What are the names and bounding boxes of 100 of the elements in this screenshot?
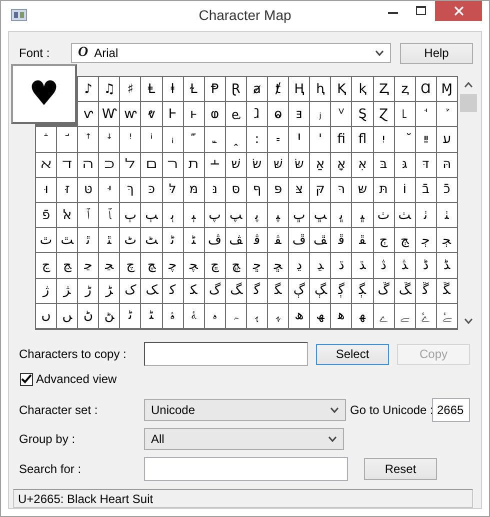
character-cell[interactable]: ꜛ [78, 127, 98, 152]
character-cell[interactable]: ﭗ [226, 202, 246, 228]
character-cell[interactable]: ﭝ [352, 202, 372, 228]
character-cell[interactable]: ﭡ [436, 202, 457, 228]
character-cell[interactable]: ﮊ [36, 278, 56, 303]
character-cell[interactable]: ﮞ [36, 304, 56, 328]
character-cell[interactable]: ﬂ [352, 127, 372, 152]
character-cell[interactable]: ꜙ [36, 127, 56, 152]
character-cell[interactable]: בּ [374, 152, 394, 177]
character-cell[interactable]: ﮉ [436, 253, 457, 278]
character-cell[interactable]: ﭪ [204, 228, 225, 252]
character-cell[interactable]: וּ [36, 178, 56, 202]
character-cell[interactable]: ﮑ [184, 278, 204, 303]
character-cell[interactable]: ﭜ [331, 202, 352, 228]
character-cell[interactable]: יִ [374, 127, 394, 152]
character-cell[interactable]: ⱷ [204, 102, 225, 126]
character-cell[interactable]: ﭦ [120, 228, 140, 252]
character-cell[interactable]: ﭮ [289, 228, 310, 252]
character-cell[interactable]: גּ [394, 152, 415, 177]
character-cell[interactable]: ﮆ [374, 253, 394, 278]
character-cell[interactable]: פּ [268, 178, 288, 202]
character-cell[interactable]: ⱹ [246, 102, 268, 126]
character-cell[interactable]: ﮦ [204, 304, 225, 328]
character-cell[interactable]: שּׂ [289, 152, 310, 177]
character-cell[interactable]: Ᵽ [204, 77, 225, 102]
character-cell[interactable]: כּ [141, 178, 162, 202]
character-cell[interactable]: Ⱪ [331, 77, 352, 102]
character-cell[interactable]: ﮌ [78, 278, 98, 303]
character-cell[interactable]: ﭫ [226, 228, 246, 252]
character-cell[interactable]: ﬧ [162, 152, 183, 177]
character-cell[interactable]: ﭭ [268, 228, 288, 252]
character-cell[interactable]: צּ [289, 178, 310, 202]
character-cell[interactable]: ⱽ [331, 102, 352, 126]
character-cell[interactable]: ﭣ [57, 228, 78, 252]
character-cell[interactable]: יּ [99, 178, 120, 202]
character-cell[interactable]: ﮰ [416, 304, 436, 328]
character-cell[interactable]: ﭿ [226, 253, 246, 278]
character-cell[interactable]: ⱺ [268, 102, 288, 126]
character-cell[interactable]: ﬞ [394, 127, 415, 152]
character-cell[interactable]: ⱨ [310, 77, 330, 102]
character-cell[interactable]: רּ [331, 178, 352, 202]
character-cell[interactable]: סּ [226, 178, 246, 202]
character-cell[interactable]: ﮤ [162, 304, 183, 328]
character-cell[interactable]: שּׁ [268, 152, 288, 177]
character-cell[interactable]: ﮬ [331, 304, 352, 328]
character-cell[interactable]: ⱳ [120, 102, 140, 126]
character-cell[interactable]: ﮍ [99, 278, 120, 303]
character-cell[interactable]: ﮀ [246, 253, 268, 278]
character-cell[interactable]: Ɱ [436, 77, 457, 102]
character-cell[interactable]: ﭩ [184, 228, 204, 252]
character-cell[interactable]: ⱬ [394, 77, 415, 102]
character-cell[interactable]: ﭔ [162, 202, 183, 228]
character-cell[interactable]: ﭲ [374, 228, 394, 252]
character-cell[interactable]: ﭘ [246, 202, 268, 228]
character-cell[interactable]: Ⱳ [99, 102, 120, 126]
character-cell[interactable]: ﭢ [36, 228, 56, 252]
character-cell[interactable]: ﭙ [268, 202, 288, 228]
character-cell[interactable]: ﬥ [120, 152, 140, 177]
character-cell[interactable]: Ɑ [416, 77, 436, 102]
action-button[interactable]: Select [316, 344, 389, 364]
character-cell[interactable]: ﮣ [141, 304, 162, 328]
character-cell[interactable]: Ꞌ [289, 127, 310, 152]
character-cell[interactable]: ♯ [120, 77, 140, 102]
character-cell[interactable]: ꜗ [416, 102, 436, 126]
character-cell[interactable]: ﮡ [99, 304, 120, 328]
close-button[interactable] [435, 1, 482, 21]
character-cell[interactable]: Ⱶ [162, 102, 183, 126]
character-cell[interactable]: Ɀ [374, 102, 394, 126]
character-cell[interactable]: אַ [310, 152, 330, 177]
character-cell[interactable]: ﭬ [246, 228, 268, 252]
character-cell[interactable]: ﮘ [331, 278, 352, 303]
character-cell[interactable]: ﭐ [78, 202, 98, 228]
character-cell[interactable]: ꜝ [120, 127, 140, 152]
character-cell[interactable]: נּ [204, 178, 225, 202]
character-cell[interactable]: ﬢ [57, 152, 78, 177]
character-cell[interactable]: ﭵ [436, 228, 457, 252]
character-cell[interactable]: ﮈ [416, 253, 436, 278]
character-cell[interactable]: Ɽ [226, 77, 246, 102]
character-cell[interactable]: ⱻ [289, 102, 310, 126]
character-cell[interactable]: ﭸ [78, 253, 98, 278]
character-cell[interactable]: ꞈ [226, 127, 246, 152]
character-cell[interactable]: ♪ [78, 77, 98, 102]
character-cell[interactable]: ﮭ [352, 304, 372, 328]
group-by-dropdown[interactable]: All [144, 428, 344, 450]
character-cell[interactable]: ﭽ [184, 253, 204, 278]
character-cell[interactable]: ꞉ [246, 127, 268, 152]
character-cell[interactable]: ﮜ [416, 278, 436, 303]
character-cell[interactable]: Ɫ [184, 77, 204, 102]
character-cell[interactable]: תּ [374, 178, 394, 202]
character-cell[interactable]: ﬣ [78, 152, 98, 177]
character-cell[interactable]: ﮐ [162, 278, 183, 303]
character-cell[interactable]: ⱶ [184, 102, 204, 126]
character-cell[interactable]: ﮝ [436, 278, 457, 303]
character-cell[interactable]: ﭑ [99, 202, 120, 228]
character-cell[interactable]: ﭴ [416, 228, 436, 252]
character-cell[interactable]: ﮨ [246, 304, 268, 328]
character-cell[interactable]: ﮧ [226, 304, 246, 328]
character-cell[interactable]: ﮚ [374, 278, 394, 303]
character-cell[interactable]: ﮂ [289, 253, 310, 278]
character-cell[interactable]: ﭞ [374, 202, 394, 228]
